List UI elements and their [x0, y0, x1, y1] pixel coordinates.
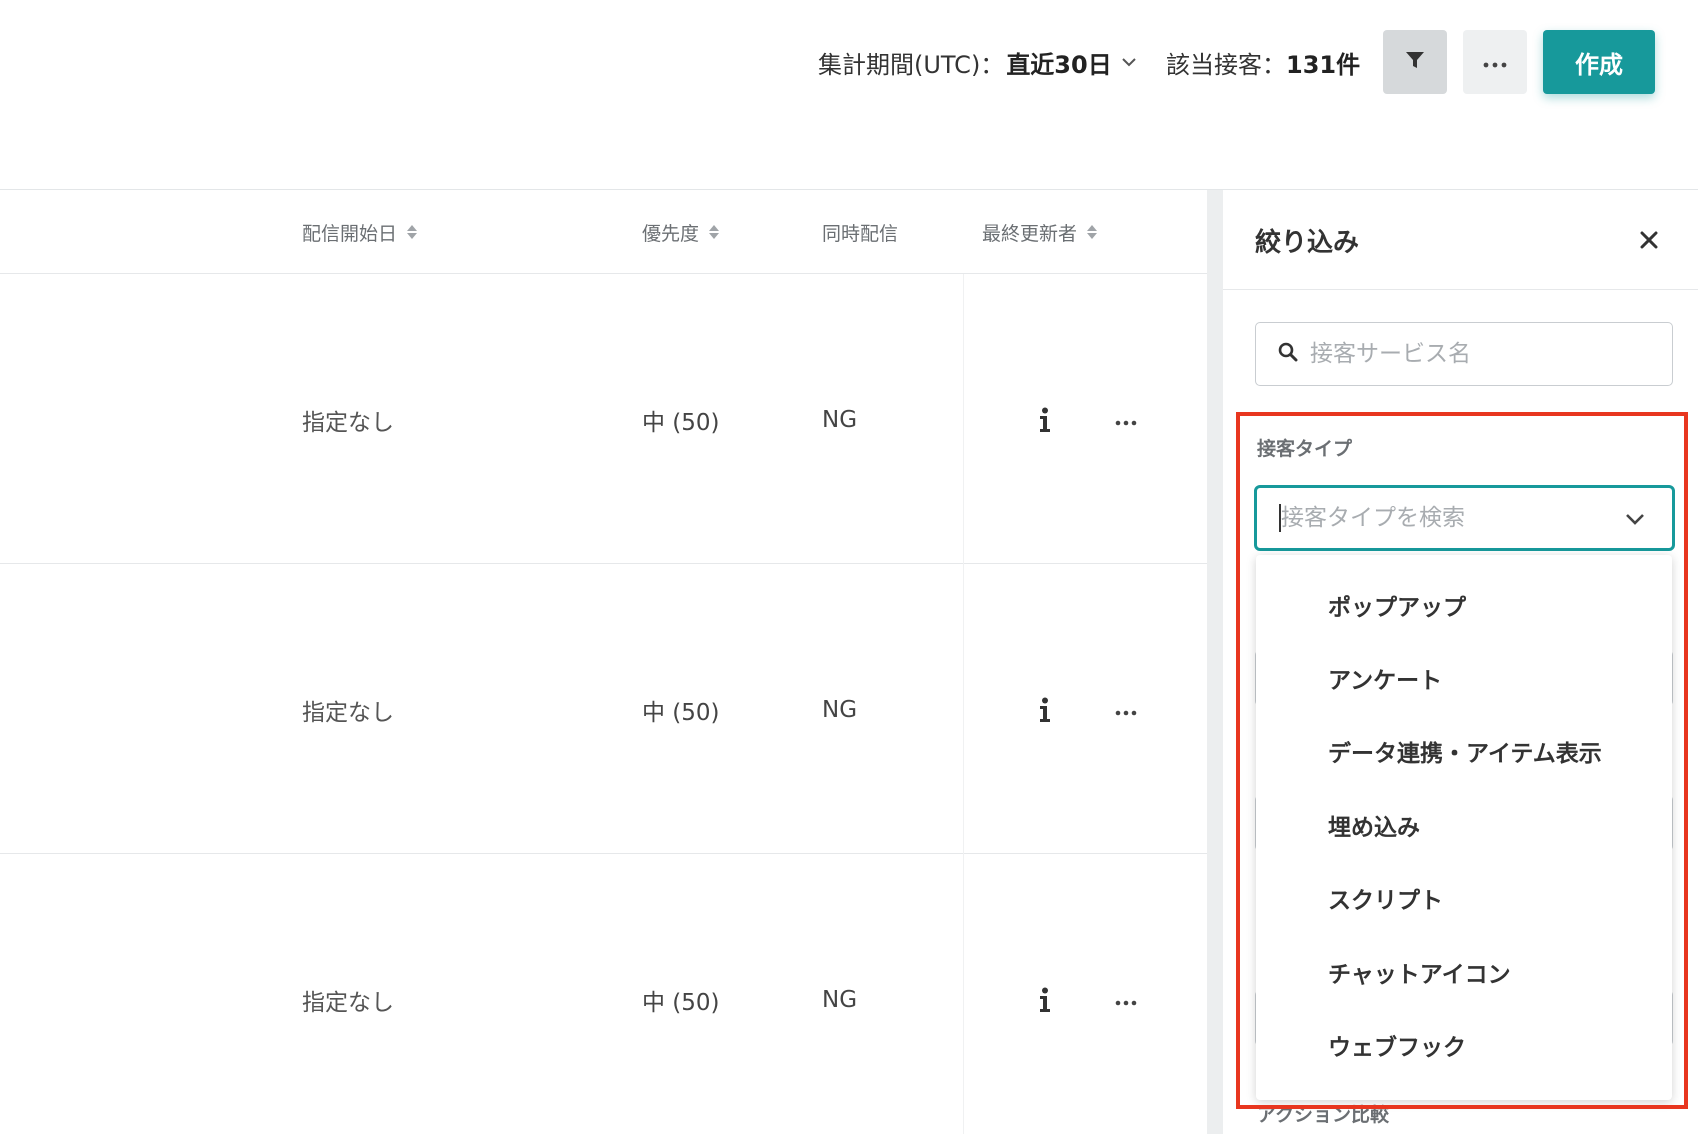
column-divider	[963, 274, 964, 564]
type-option-popup[interactable]: ポップアップ	[1256, 568, 1672, 642]
cell-priority: 中 (50)	[642, 700, 720, 726]
create-button[interactable]: 作成	[1543, 30, 1655, 94]
cell-start-date: 指定なし	[302, 700, 394, 726]
table-row[interactable]: 指定なし 中 (50) NG	[0, 564, 1207, 854]
column-header-start-date[interactable]: 配信開始日	[302, 218, 418, 246]
type-option-script[interactable]: スクリプト	[1256, 861, 1672, 935]
row-more-button[interactable]	[1108, 692, 1144, 728]
type-option-webhook[interactable]: ウェブフック	[1256, 1008, 1672, 1082]
filter-panel-header: 絞り込み	[1223, 190, 1698, 290]
more-horizontal-icon	[1115, 701, 1137, 720]
row-more-button[interactable]	[1108, 402, 1144, 438]
type-option-embed[interactable]: 埋め込み	[1256, 788, 1672, 862]
action-compare-label: アクション比較	[1257, 1104, 1390, 1126]
filter-button[interactable]	[1383, 30, 1447, 94]
column-header-priority[interactable]: 優先度	[642, 218, 720, 246]
info-icon[interactable]	[1027, 402, 1063, 438]
search-input[interactable]	[1310, 341, 1650, 367]
sort-icon	[709, 225, 720, 239]
search-icon	[1278, 342, 1298, 366]
sort-icon	[407, 225, 418, 239]
period-label: 集計期間(UTC)：	[818, 50, 1005, 79]
type-option-chat-icon[interactable]: チャットアイコン	[1256, 935, 1672, 1009]
row-more-button[interactable]	[1108, 982, 1144, 1018]
info-icon[interactable]	[1027, 982, 1063, 1018]
table-row[interactable]: 指定なし 中 (50) NG	[0, 854, 1207, 1134]
more-horizontal-icon	[1115, 991, 1137, 1010]
table-header: 配信開始日 優先度 同時配信 最終更新者	[0, 190, 1207, 274]
period-value: 直近30日	[1006, 50, 1112, 79]
cell-simultaneous: NG	[822, 987, 858, 1013]
panel-splitter[interactable]	[1207, 190, 1223, 1134]
cell-simultaneous: NG	[822, 697, 858, 723]
cell-start-date: 指定なし	[302, 410, 394, 436]
info-icon[interactable]	[1027, 692, 1063, 728]
campaign-table: 配信開始日 優先度 同時配信 最終更新者 指定なし 中 (50) NG 指定なし	[0, 190, 1207, 1134]
cell-simultaneous: NG	[822, 407, 858, 433]
type-options-dropdown: ポップアップ アンケート データ連携・アイテム表示 埋め込み スクリプト チャッ…	[1256, 555, 1672, 1100]
period-selector[interactable]: 集計期間(UTC)： 直近30日	[818, 44, 1138, 80]
filter-panel-title: 絞り込み	[1255, 228, 1360, 258]
more-actions-button[interactable]	[1463, 30, 1527, 94]
type-search-select[interactable]	[1254, 485, 1675, 551]
sort-icon	[1087, 225, 1098, 239]
column-header-last-updated-by[interactable]: 最終更新者	[982, 218, 1098, 246]
result-count: 該当接客： 131件	[1166, 44, 1360, 80]
filter-panel: 絞り込み 接客タイプ アクション比較 ポップアップ アンケート データ連携・アイ…	[1223, 190, 1698, 1134]
type-search-input[interactable]	[1281, 505, 1611, 531]
more-horizontal-icon	[1115, 411, 1137, 430]
chevron-down-icon	[1120, 53, 1138, 71]
funnel-icon	[1404, 49, 1426, 75]
type-option-survey[interactable]: アンケート	[1256, 641, 1672, 715]
top-bar: 集計期間(UTC)： 直近30日 該当接客： 131件 作成	[0, 0, 1698, 190]
close-icon[interactable]	[1633, 224, 1665, 256]
more-horizontal-icon	[1483, 53, 1507, 72]
table-row[interactable]: 指定なし 中 (50) NG	[0, 274, 1207, 564]
chevron-down-icon[interactable]	[1624, 508, 1646, 530]
type-section-label: 接客タイプ	[1257, 438, 1353, 460]
column-divider	[963, 564, 964, 854]
count-value: 131件	[1286, 50, 1361, 79]
cell-start-date: 指定なし	[302, 990, 394, 1016]
column-header-simultaneous: 同時配信	[822, 222, 899, 245]
type-option-data-link[interactable]: データ連携・アイテム表示	[1256, 714, 1672, 788]
count-label: 該当接客：	[1166, 50, 1286, 79]
column-divider	[963, 854, 964, 1134]
service-name-search[interactable]	[1255, 322, 1673, 386]
cell-priority: 中 (50)	[642, 410, 720, 436]
cell-priority: 中 (50)	[642, 990, 720, 1016]
